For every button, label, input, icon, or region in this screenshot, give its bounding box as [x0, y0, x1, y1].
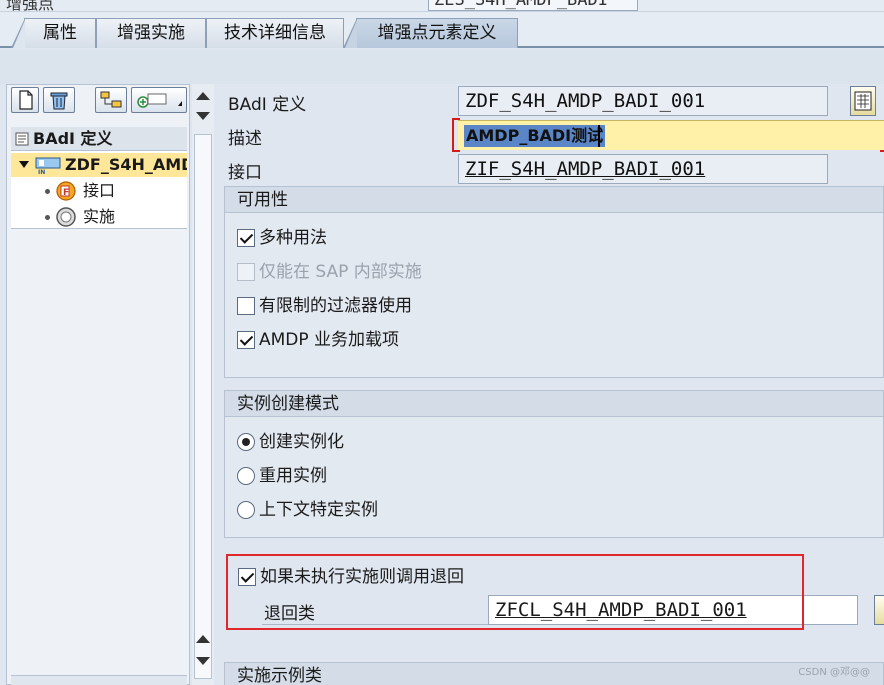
badi-definition-row: BAdI 定义 ZDF_S4H_AMDP_BADI_001: [224, 84, 884, 118]
tree-item-badi-root-label: ZDF_S4H_AMDP_BADI_001: [65, 155, 187, 174]
tree-horizontal-scrollbar[interactable]: [11, 675, 187, 685]
tree-pane: BAdI 定义 IN ZDF_S4H_AMDP_BADI_001 F 接口 实施: [6, 84, 190, 685]
sap-internal-checkbox: [237, 263, 255, 281]
interface-row: 接口 ZIF_S4H_AMDP_BADI_001: [224, 152, 884, 186]
context-specific-radio[interactable]: [237, 501, 255, 519]
enhancement-spot-label: 增强点: [6, 0, 55, 12]
interface-icon: F: [56, 181, 76, 201]
sap-internal-label: 仅能在 SAP 内部实施: [259, 262, 422, 282]
scrollbar-thumb[interactable]: [194, 134, 212, 679]
tree-item-implementation-label: 实施: [83, 207, 116, 226]
badi-definition-label: BAdI 定义: [228, 95, 307, 115]
tree-item-interface[interactable]: F 接口: [11, 179, 115, 203]
limited-filter-label: 有限制的过滤器使用: [259, 296, 412, 316]
focus-marker-left: [452, 118, 454, 152]
new-instantiation-label: 创建实例化: [259, 432, 344, 452]
tab-technical-details-label: 技术详细信息: [224, 23, 326, 43]
tree-item-implementation[interactable]: 实施: [11, 205, 115, 229]
delete-button[interactable]: [43, 87, 75, 113]
context-specific-label: 上下文特定实例: [259, 500, 378, 520]
fallback-class-edit-button[interactable]: [874, 595, 884, 625]
tab-enhancement-impl-label: 增强实施: [117, 23, 185, 43]
enhancement-spot-value: ZES_S4H_AMDP_BADI: [434, 0, 608, 10]
focus-marker-top: [452, 118, 460, 120]
tab-element-definition[interactable]: 增强点元素定义: [343, 18, 518, 48]
badi-icon: IN: [35, 157, 61, 174]
new-button[interactable]: [11, 87, 39, 113]
tree-header-label: BAdI 定义: [33, 129, 113, 148]
interface-field[interactable]: ZIF_S4H_AMDP_BADI_001: [458, 154, 828, 184]
add-element-dropdown[interactable]: [131, 87, 187, 113]
tree-header: BAdI 定义: [11, 127, 187, 151]
tab-technical-details[interactable]: 技术详细信息: [206, 18, 344, 48]
hierarchy-button[interactable]: [95, 87, 127, 113]
implementation-icon: [56, 207, 76, 227]
scroll-down-arrow-icon[interactable]: [196, 112, 210, 120]
usability-group: 可用性 多种用法 仅能在 SAP 内部实施 有限制的过滤器使用 AMDP 业务加…: [224, 186, 884, 378]
usability-title: 可用性: [225, 187, 883, 213]
scroll-up-bottom-arrow-icon[interactable]: [196, 635, 210, 643]
tab-attributes[interactable]: 属性: [11, 18, 96, 48]
implementation-example-title: 实施示例类: [224, 662, 884, 685]
description-value: AMDP_BADI测试: [464, 125, 606, 147]
tree-header-icon: [15, 132, 29, 146]
tree-vertical-scrollbar[interactable]: [192, 84, 214, 685]
document-grid-icon: [854, 91, 872, 111]
description-row: 描述 AMDP_BADI测试: [224, 118, 884, 152]
instantiation-group: 实例创建模式 创建实例化 重用实例 上下文特定实例: [224, 390, 884, 538]
tree: IN ZDF_S4H_AMDP_BADI_001 F 接口 实施: [11, 151, 187, 229]
new-document-icon: [19, 90, 33, 110]
toolbar-band: [0, 50, 884, 84]
add-element-icon: [137, 93, 182, 108]
reuse-instance-radio[interactable]: [237, 467, 255, 485]
interface-label: 接口: [228, 163, 262, 183]
expand-arrow-icon: [19, 161, 29, 168]
scroll-down-bottom-arrow-icon[interactable]: [196, 657, 210, 665]
instantiation-title: 实例创建模式: [225, 391, 883, 417]
new-instantiation-radio[interactable]: [237, 433, 255, 451]
description-label: 描述: [228, 129, 262, 149]
highlight-box: [226, 554, 804, 630]
tab-enhancement-impl[interactable]: 增强实施: [96, 18, 206, 48]
svg-text:IN: IN: [38, 169, 45, 174]
tab-attributes-label: 属性: [43, 23, 77, 43]
amdp-badi-label: AMDP 业务加载项: [259, 330, 400, 350]
text-cursor: [598, 125, 600, 147]
enhancement-spot-row: 增强点 ZES_S4H_AMDP_BADI: [0, 0, 884, 12]
multiple-use-checkbox[interactable]: [237, 229, 255, 247]
description-field[interactable]: AMDP_BADI测试: [458, 120, 884, 150]
badi-detail-panel: BAdI 定义 ZDF_S4H_AMDP_BADI_001 描述 AMDP_BA…: [218, 84, 884, 685]
limited-filter-checkbox[interactable]: [237, 297, 255, 315]
badi-definition-field[interactable]: ZDF_S4H_AMDP_BADI_001: [458, 86, 828, 116]
tree-item-interface-label: 接口: [83, 181, 116, 200]
watermark: CSDN @邓@@: [798, 667, 870, 678]
reuse-instance-label: 重用实例: [259, 466, 327, 486]
multiple-use-label: 多种用法: [259, 228, 327, 248]
tree-item-badi-root[interactable]: IN ZDF_S4H_AMDP_BADI_001: [11, 153, 187, 177]
tab-bar: 属性 增强实施 技术详细信息 增强点元素定义: [0, 12, 884, 48]
hierarchy-icon: [100, 91, 122, 108]
amdp-badi-checkbox[interactable]: [237, 331, 255, 349]
trash-icon: [50, 92, 68, 110]
tab-element-definition-label: 增强点元素定义: [377, 23, 497, 43]
svg-text:F: F: [63, 188, 69, 198]
badi-doc-button[interactable]: [850, 86, 876, 116]
scroll-up-arrow-icon[interactable]: [196, 92, 210, 100]
